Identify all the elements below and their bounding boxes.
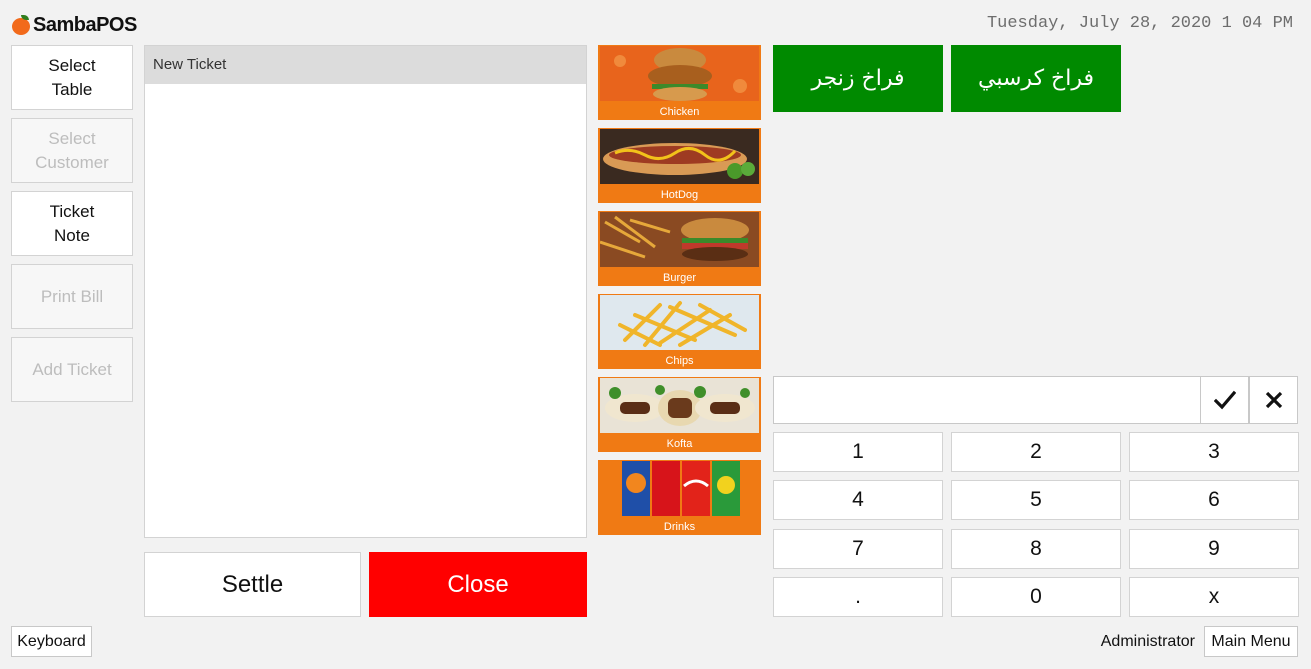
category-drinks-button[interactable]: Drinks — [598, 460, 761, 535]
fries-image — [600, 295, 759, 350]
chicken-burger-image — [600, 46, 759, 101]
main-menu-button[interactable]: Main Menu — [1204, 626, 1298, 657]
numpad-key-2[interactable]: 2 — [951, 432, 1121, 472]
category-burger-button[interactable]: Burger — [598, 211, 761, 286]
numpad-key-4[interactable]: 4 — [773, 480, 943, 520]
print-bill-button[interactable]: Print Bill — [11, 264, 133, 329]
brand-name: SambaPOS — [33, 13, 137, 36]
numpad-key-9[interactable]: 9 — [1129, 529, 1299, 569]
ticket-items-list[interactable] — [145, 84, 586, 537]
settle-button[interactable]: Settle — [144, 552, 361, 617]
select-table-label: Select Table — [48, 55, 96, 99]
category-label: Chips — [665, 355, 694, 367]
product-zinger-chicken-button[interactable]: فراخ زنجر — [773, 45, 943, 112]
add-ticket-button[interactable]: Add Ticket — [11, 337, 133, 402]
numpad-clear-button[interactable] — [1249, 376, 1298, 424]
category-label: Drinks — [663, 521, 696, 533]
print-bill-label: Print Bill — [40, 286, 104, 306]
category-hotdog-button[interactable]: HotDog — [598, 128, 761, 203]
select-customer-label: Select Customer — [35, 128, 109, 172]
category-label: HotDog — [660, 189, 699, 201]
app-logo: SambaPOS — [12, 12, 137, 38]
numpad-key-3[interactable]: 3 — [1129, 432, 1299, 472]
category-chicken-button[interactable]: Chicken — [598, 45, 761, 120]
select-customer-button[interactable]: Select Customer — [11, 118, 133, 183]
category-label: Chicken — [659, 106, 700, 118]
keyboard-button[interactable]: Keyboard — [11, 626, 92, 657]
select-table-button[interactable]: Select Table — [11, 45, 133, 110]
numpad-key-0[interactable]: 0 — [951, 577, 1121, 617]
add-ticket-label: Add Ticket — [32, 359, 112, 379]
numpad-input[interactable] — [773, 376, 1201, 424]
ticket-note-label: Ticket Note — [49, 201, 95, 245]
ticket-panel: New Ticket — [144, 45, 587, 538]
datetime-display: Tuesday, July 28, 2020 1 04 PM — [986, 14, 1293, 33]
category-chips-button[interactable]: Chips — [598, 294, 761, 369]
ticket-note-button[interactable]: Ticket Note — [11, 191, 133, 256]
orange-logo-icon — [12, 15, 32, 35]
current-user: Administrator — [1100, 633, 1195, 650]
soda-cans-image — [600, 461, 759, 516]
numpad-key-7[interactable]: 7 — [773, 529, 943, 569]
ticket-title: New Ticket — [145, 46, 586, 84]
numpad-key-5[interactable]: 5 — [951, 480, 1121, 520]
hotdog-image — [600, 129, 759, 184]
product-crispy-chicken-button[interactable]: فراخ كرسبي — [951, 45, 1121, 112]
category-label: Kofta — [666, 438, 693, 450]
burger-fries-image — [600, 212, 759, 267]
x-icon — [1265, 391, 1282, 409]
numpad-key-1[interactable]: 1 — [773, 432, 943, 472]
category-label: Burger — [662, 272, 697, 284]
kofta-image — [600, 378, 759, 433]
numpad-key-dot[interactable]: . — [773, 577, 943, 617]
category-kofta-button[interactable]: Kofta — [598, 377, 761, 452]
numpad-key-6[interactable]: 6 — [1129, 480, 1299, 520]
checkmark-icon — [1213, 390, 1236, 410]
numpad-confirm-button[interactable] — [1200, 376, 1249, 424]
numpad-key-8[interactable]: 8 — [951, 529, 1121, 569]
close-button[interactable]: Close — [369, 552, 587, 617]
numpad-key-x[interactable]: x — [1129, 577, 1299, 617]
